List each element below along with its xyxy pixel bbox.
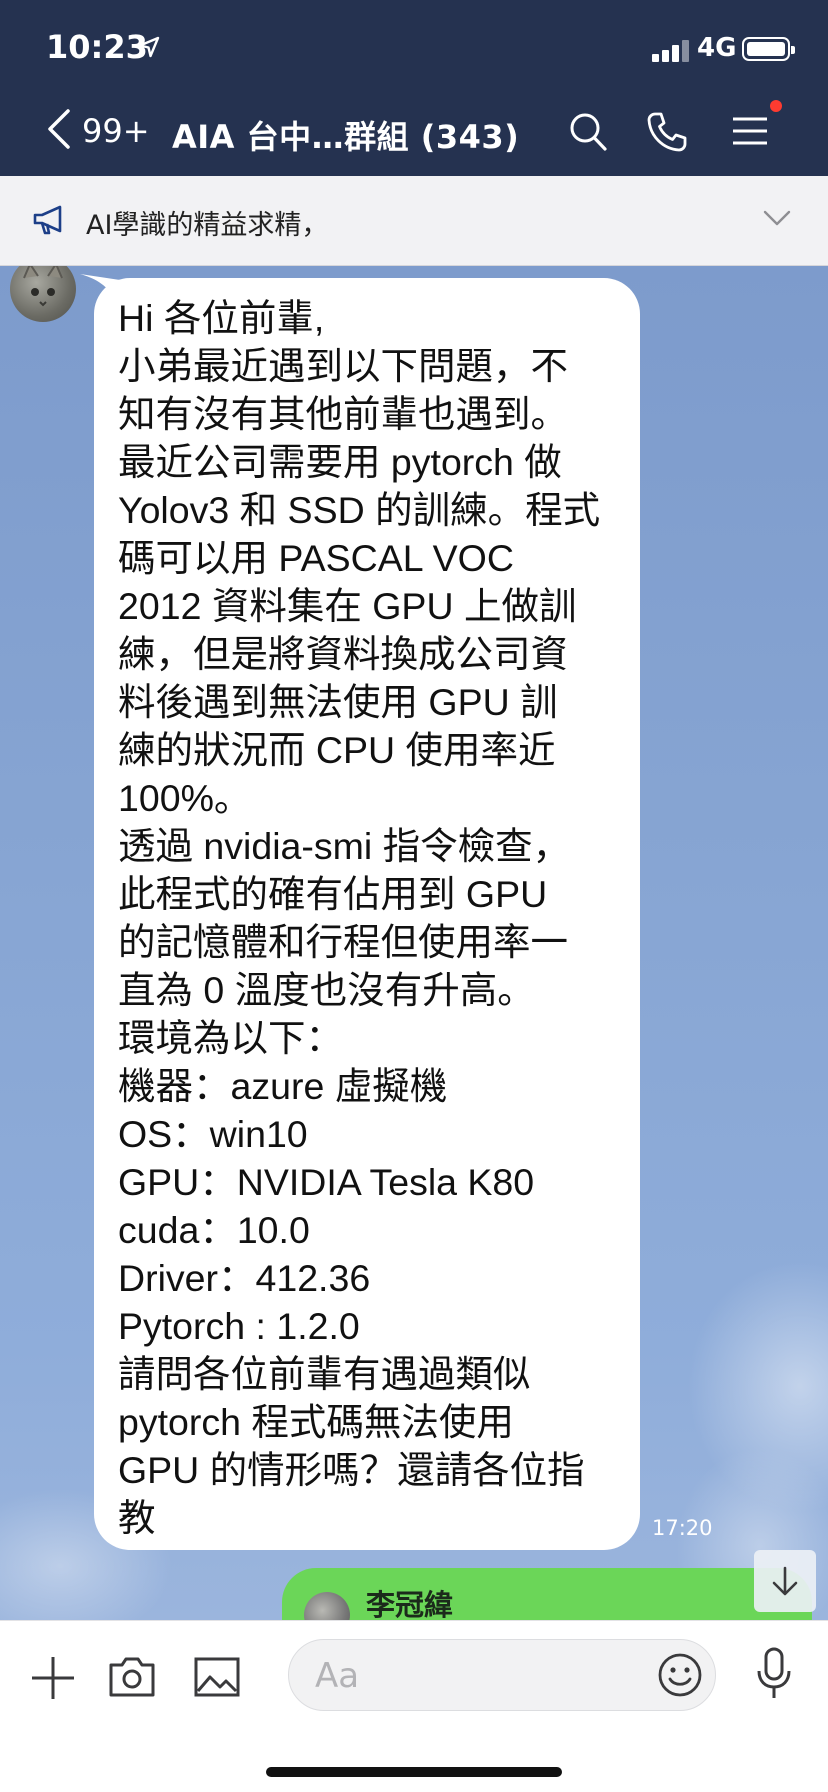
megaphone-icon (33, 205, 62, 235)
camera-icon[interactable] (108, 1655, 156, 1699)
phone-icon[interactable] (646, 111, 688, 153)
chat-title[interactable]: AIA 台中…群組 (343) (172, 112, 519, 158)
emoji-icon[interactable] (657, 1652, 703, 1698)
battery-icon (742, 37, 795, 61)
chat-area[interactable]: Hi 各位前輩, 小弟最近遇到以下問題，不 知有沒有其他前輩也遇到。 最近公司需… (0, 266, 828, 1620)
message-time: 17:20 (652, 1516, 713, 1540)
home-indicator (266, 1767, 562, 1777)
scroll-to-bottom-button[interactable] (754, 1550, 816, 1612)
network-label: 4G (697, 33, 737, 63)
location-arrow-icon (138, 36, 160, 58)
message-bubble[interactable]: Hi 各位前輩, 小弟最近遇到以下問題，不 知有沒有其他前輩也遇到。 最近公司需… (94, 278, 640, 1550)
sender-avatar[interactable] (10, 266, 76, 322)
quoted-sender-name: 李冠緯 (366, 1588, 454, 1620)
message-text: Hi 各位前輩, 小弟最近遇到以下問題，不 知有沒有其他前輩也遇到。 最近公司需… (118, 297, 601, 1539)
microphone-icon[interactable] (756, 1647, 792, 1701)
composer-bar: Aa (0, 1620, 828, 1792)
signal-icon (652, 38, 690, 62)
announcement-bar[interactable]: AI學識的精益求精， (0, 176, 828, 266)
back-chevron-icon[interactable] (44, 108, 74, 150)
header-bar: 10:23 4G 99+ AIA 台中…群組 (343) (0, 0, 828, 176)
announcement-text: AI學識的精益求精， (86, 210, 329, 241)
search-icon[interactable] (568, 111, 608, 153)
plus-icon[interactable] (30, 1655, 76, 1701)
arrow-down-icon (772, 1566, 798, 1596)
unread-count[interactable]: 99+ (82, 112, 150, 150)
status-time: 10:23 (46, 28, 148, 66)
menu-notification-dot (770, 100, 782, 112)
image-icon[interactable] (194, 1657, 240, 1697)
chevron-down-icon[interactable] (763, 209, 791, 227)
message-input[interactable]: Aa (288, 1639, 716, 1711)
menu-icon[interactable] (730, 111, 770, 151)
sent-message-bubble[interactable] (282, 1568, 812, 1620)
message-input-placeholder: Aa (315, 1656, 360, 1696)
